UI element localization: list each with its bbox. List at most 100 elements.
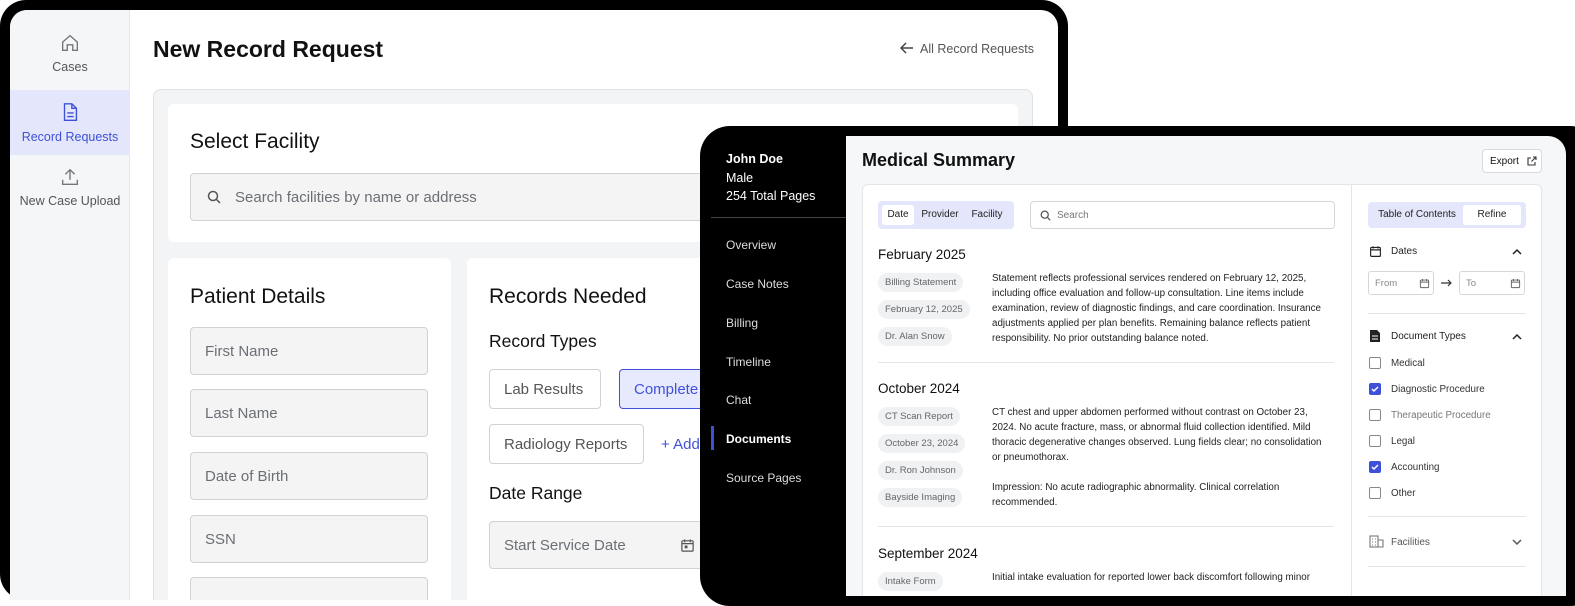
section-text: Initial intake evaluation for reported l… — [992, 572, 1311, 583]
search-icon — [1040, 210, 1051, 221]
checkbox-label: Accounting — [1391, 462, 1440, 473]
tab-facility[interactable]: Facility — [966, 205, 1008, 225]
date-of-birth-field[interactable]: Date of Birth — [190, 452, 428, 500]
checkbox-diagnostic-procedure[interactable] — [1369, 383, 1381, 395]
check-icon — [1371, 386, 1379, 393]
nav-billing[interactable]: Billing — [726, 316, 758, 330]
add-record-type-button[interactable]: + Add — [661, 436, 700, 453]
building-icon — [1369, 535, 1384, 548]
home-icon — [61, 34, 79, 52]
checkbox-therapeutic-procedure[interactable] — [1369, 409, 1381, 421]
calendar-icon — [1370, 246, 1381, 257]
document-types-label: Document Types — [1391, 331, 1466, 342]
from-placeholder: From — [1375, 278, 1398, 289]
search-placeholder: Search facilities by name or address — [235, 189, 477, 206]
calendar-icon — [681, 539, 694, 552]
chevron-up-icon[interactable] — [1512, 248, 1522, 255]
tag-doc-type: Intake Form — [878, 572, 943, 591]
section-title: Patient Details — [190, 285, 326, 308]
chip-radiology-reports[interactable]: Radiology Reports — [489, 424, 644, 464]
section-divider — [878, 526, 1334, 527]
section-date: September 2024 — [878, 546, 978, 561]
nav-timeline[interactable]: Timeline — [726, 355, 771, 369]
facilities-label: Facilities — [1391, 537, 1430, 548]
export-button[interactable]: Export — [1482, 149, 1542, 173]
tag-facility: Bayside Imaging — [878, 488, 963, 507]
date-range-title: Date Range — [489, 483, 583, 503]
chip-lab-results[interactable]: Lab Results — [489, 369, 601, 409]
search-placeholder: Search — [1057, 210, 1089, 221]
sidebar-item-label: New Case Upload — [19, 194, 121, 208]
first-name-field[interactable]: First Name — [190, 327, 428, 375]
checkbox-accounting[interactable] — [1369, 461, 1381, 473]
patient-pages: 254 Total Pages — [726, 189, 816, 203]
search-icon — [207, 190, 221, 204]
sidebar: Cases Record Requests New Case Upload — [10, 10, 130, 600]
tab-refine[interactable]: Refine — [1463, 205, 1521, 225]
tab-table-of-contents[interactable]: Table of Contents — [1373, 205, 1461, 225]
nav-overview[interactable]: Overview — [726, 238, 776, 252]
section-text: Statement reflects professional services… — [992, 273, 1321, 344]
checkbox-other[interactable] — [1369, 487, 1381, 499]
start-date-placeholder: Start Service Date — [504, 537, 626, 554]
medical-summary-screen: Medical Summary Export Date Provider Fac… — [846, 136, 1566, 596]
section-divider — [878, 362, 1334, 363]
start-service-date-input[interactable]: Start Service Date — [489, 521, 707, 569]
tab-provider[interactable]: Provider — [918, 205, 962, 225]
calendar-icon — [1419, 279, 1430, 289]
sidebar-item-record-requests[interactable]: Record Requests — [10, 90, 130, 155]
summary-title: Medical Summary — [862, 150, 1016, 170]
sidebar-item-cases[interactable]: Cases — [10, 32, 130, 97]
section-date: February 2025 — [878, 247, 966, 262]
tag-provider: Dr. Alan Snow — [878, 327, 952, 346]
section-impression: Impression: No acute radiographic abnorm… — [992, 482, 1280, 508]
panel-divider — [1351, 185, 1352, 596]
patient-details-card: Patient Details First Name Last Name Dat… — [168, 258, 451, 600]
nav-source-pages[interactable]: Source Pages — [726, 471, 801, 485]
summary-sidebar: John Doe Male 254 Total Pages Overview C… — [711, 136, 846, 596]
filter-divider — [1368, 566, 1526, 567]
export-label: Export — [1490, 156, 1519, 167]
nav-case-notes[interactable]: Case Notes — [726, 277, 789, 291]
chevron-up-icon[interactable] — [1512, 333, 1522, 340]
document-icon — [1370, 330, 1380, 342]
patient-name: John Doe — [726, 152, 783, 166]
tab-date[interactable]: Date — [882, 205, 914, 225]
checkbox-label: Diagnostic Procedure — [1391, 384, 1485, 395]
tag-date: October 23, 2024 — [878, 434, 966, 453]
checkbox-legal[interactable] — [1369, 435, 1381, 447]
dates-label: Dates — [1391, 246, 1418, 257]
ssn-field[interactable]: SSN — [190, 515, 428, 563]
filter-divider — [1368, 313, 1526, 314]
sidebar-divider — [711, 217, 846, 218]
summary-search-input[interactable]: Search — [1030, 201, 1335, 229]
extra-field[interactable] — [190, 577, 428, 600]
arrow-left-icon — [899, 42, 913, 54]
checkbox-medical[interactable] — [1369, 357, 1381, 369]
patient-sex: Male — [726, 171, 754, 185]
filter-divider — [1368, 516, 1526, 517]
upload-icon — [61, 168, 79, 186]
active-indicator — [711, 426, 714, 450]
sidebar-item-new-case-upload[interactable]: New Case Upload — [10, 166, 130, 231]
date-to-input[interactable]: To — [1459, 271, 1525, 295]
back-link-label: All Record Requests — [920, 42, 1034, 56]
nav-documents[interactable]: Documents — [726, 432, 791, 446]
back-link[interactable]: All Record Requests — [899, 42, 1034, 56]
section-text: CT chest and upper abdomen performed wit… — [992, 407, 1322, 463]
checkbox-label: Other — [1391, 488, 1416, 499]
sidebar-item-label: Cases — [52, 60, 88, 74]
record-types-title: Record Types — [489, 331, 597, 351]
chevron-down-icon[interactable] — [1512, 539, 1522, 546]
date-from-input[interactable]: From — [1368, 271, 1434, 295]
section-date: October 2024 — [878, 381, 960, 396]
to-placeholder: To — [1466, 278, 1477, 289]
tag-date: February 12, 2025 — [878, 300, 970, 319]
document-icon — [63, 103, 78, 121]
nav-chat[interactable]: Chat — [726, 393, 751, 407]
last-name-field[interactable]: Last Name — [190, 389, 428, 437]
sidebar-item-label: Record Requests — [21, 130, 119, 144]
tag-doc-type: CT Scan Report — [878, 407, 960, 426]
page-title: New Record Request — [153, 36, 384, 62]
section-title: Records Needed — [489, 285, 647, 308]
